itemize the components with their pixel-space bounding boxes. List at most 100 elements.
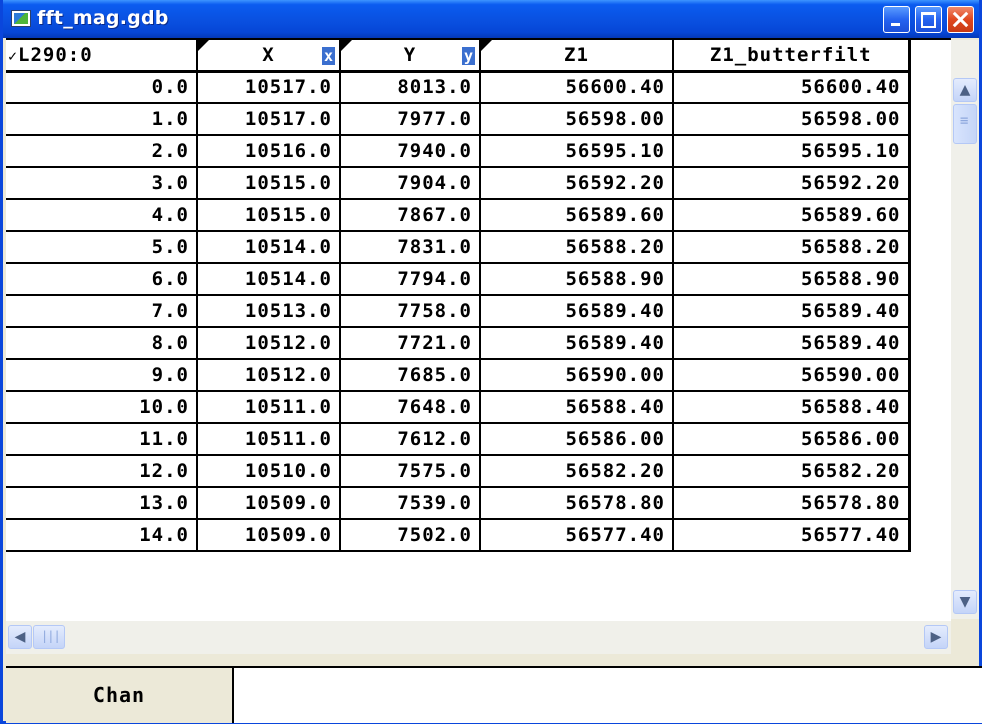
cell-line[interactable]: 7.0 <box>6 295 197 328</box>
cell-x[interactable]: 10516.0 <box>196 135 340 168</box>
cell-z1-butterfilt[interactable]: 56590.00 <box>672 359 909 392</box>
cell-x[interactable]: 10514.0 <box>196 231 340 264</box>
empty-cell[interactable] <box>907 487 951 519</box>
cell-z1-butterfilt[interactable]: 56600.40 <box>672 71 909 104</box>
cell-x[interactable]: 10515.0 <box>196 199 340 232</box>
empty-cell[interactable] <box>907 199 951 231</box>
scroll-right-button[interactable]: ▶ <box>924 625 948 649</box>
empty-cell[interactable] <box>907 167 951 199</box>
empty-cell[interactable] <box>907 103 951 135</box>
cell-y[interactable]: 7758.0 <box>339 295 480 328</box>
cell-z1[interactable]: 56592.20 <box>479 167 673 200</box>
cell-line[interactable]: 0.0 <box>6 71 197 104</box>
cell-z1[interactable]: 56586.00 <box>479 423 673 456</box>
cell-y[interactable]: 7502.0 <box>339 519 480 552</box>
cell-y[interactable]: 7977.0 <box>339 103 480 136</box>
title-bar[interactable]: fft_mag.gdb <box>3 0 979 38</box>
cell-line[interactable]: 4.0 <box>6 199 197 232</box>
cell-y[interactable]: 7904.0 <box>339 167 480 200</box>
cell-y[interactable]: 7940.0 <box>339 135 480 168</box>
cell-z1[interactable]: 56578.80 <box>479 487 673 520</box>
cell-z1-butterfilt[interactable]: 56589.60 <box>672 199 909 232</box>
cell-z1-butterfilt[interactable]: 56588.90 <box>672 263 909 296</box>
cell-y[interactable]: 7794.0 <box>339 263 480 296</box>
cell-z1-butterfilt[interactable]: 56595.10 <box>672 135 909 168</box>
cell-x[interactable]: 10511.0 <box>196 391 340 424</box>
cell-line[interactable]: 2.0 <box>6 135 197 168</box>
cell-y[interactable]: 7685.0 <box>339 359 480 392</box>
column-header-z1[interactable]: Z1 <box>479 40 673 73</box>
empty-cell[interactable] <box>907 71 951 103</box>
cell-x[interactable]: 10510.0 <box>196 455 340 488</box>
cell-y[interactable]: 7867.0 <box>339 199 480 232</box>
cell-y[interactable]: 7539.0 <box>339 487 480 520</box>
vertical-scrollbar[interactable]: ▲ ▼ <box>951 40 979 619</box>
empty-cell[interactable] <box>907 423 951 455</box>
cell-x[interactable]: 10515.0 <box>196 167 340 200</box>
cell-line[interactable]: 8.0 <box>6 327 197 360</box>
cell-x[interactable]: 10514.0 <box>196 263 340 296</box>
cell-z1-butterfilt[interactable]: 56588.40 <box>672 391 909 424</box>
cell-x[interactable]: 10509.0 <box>196 487 340 520</box>
cell-line[interactable]: 13.0 <box>6 487 197 520</box>
empty-cell[interactable] <box>907 231 951 263</box>
spreadsheet-grid[interactable]: ✓L290:0 Xx Yy Z1 Z1_butterfilt 0.0 10517.… <box>6 38 951 621</box>
cell-z1-butterfilt[interactable]: 56598.00 <box>672 103 909 136</box>
cell-line[interactable]: 3.0 <box>6 167 197 200</box>
cell-y[interactable]: 7612.0 <box>339 423 480 456</box>
cell-line[interactable]: 9.0 <box>6 359 197 392</box>
scroll-left-button[interactable]: ◀ <box>8 625 32 649</box>
empty-cell[interactable] <box>907 327 951 359</box>
cell-z1[interactable]: 56588.20 <box>479 231 673 264</box>
channel-input-field[interactable] <box>234 668 982 723</box>
cell-line[interactable]: 12.0 <box>6 455 197 488</box>
empty-column-header[interactable] <box>907 40 951 71</box>
cell-line[interactable]: 1.0 <box>6 103 197 136</box>
cell-x[interactable]: 10509.0 <box>196 519 340 552</box>
cell-z1[interactable]: 56588.90 <box>479 263 673 296</box>
empty-cell[interactable] <box>907 135 951 167</box>
cell-z1[interactable]: 56589.60 <box>479 199 673 232</box>
cell-x[interactable]: 10513.0 <box>196 295 340 328</box>
cell-z1[interactable]: 56589.40 <box>479 327 673 360</box>
cell-y[interactable]: 7575.0 <box>339 455 480 488</box>
maximize-button[interactable] <box>915 6 942 33</box>
minimize-button[interactable] <box>883 6 910 33</box>
close-button[interactable] <box>947 6 974 33</box>
cell-z1-butterfilt[interactable]: 56578.80 <box>672 487 909 520</box>
cell-line[interactable]: 5.0 <box>6 231 197 264</box>
horizontal-scrollbar[interactable]: ◀ ▶ <box>6 621 951 654</box>
cell-y[interactable]: 7831.0 <box>339 231 480 264</box>
cell-z1-butterfilt[interactable]: 56592.20 <box>672 167 909 200</box>
cell-z1[interactable]: 56600.40 <box>479 71 673 104</box>
column-header-y[interactable]: Yy <box>339 40 480 73</box>
column-header-x[interactable]: Xx <box>196 40 340 73</box>
cell-z1-butterfilt[interactable]: 56588.20 <box>672 231 909 264</box>
cell-line[interactable]: 10.0 <box>6 391 197 424</box>
column-header-z1-butterfilt[interactable]: Z1_butterfilt <box>672 40 909 73</box>
empty-cell[interactable] <box>907 455 951 487</box>
cell-z1[interactable]: 56590.00 <box>479 359 673 392</box>
cell-x[interactable]: 10517.0 <box>196 103 340 136</box>
cell-y[interactable]: 7721.0 <box>339 327 480 360</box>
column-header-line[interactable]: ✓L290:0 <box>6 40 197 73</box>
cell-z1-butterfilt[interactable]: 56589.40 <box>672 327 909 360</box>
empty-cell[interactable] <box>907 263 951 295</box>
cell-z1[interactable]: 56598.00 <box>479 103 673 136</box>
cell-z1-butterfilt[interactable]: 56586.00 <box>672 423 909 456</box>
vertical-scroll-thumb[interactable] <box>953 104 977 144</box>
cell-z1-butterfilt[interactable]: 56577.40 <box>672 519 909 552</box>
empty-cell[interactable] <box>907 391 951 423</box>
cell-z1[interactable]: 56577.40 <box>479 519 673 552</box>
empty-cell[interactable] <box>907 295 951 327</box>
cell-x[interactable]: 10511.0 <box>196 423 340 456</box>
cell-y[interactable]: 7648.0 <box>339 391 480 424</box>
cell-z1[interactable]: 56582.20 <box>479 455 673 488</box>
scroll-down-button[interactable]: ▼ <box>953 590 977 614</box>
cell-x[interactable]: 10512.0 <box>196 359 340 392</box>
cell-z1[interactable]: 56588.40 <box>479 391 673 424</box>
empty-cell[interactable] <box>907 359 951 391</box>
cell-y[interactable]: 8013.0 <box>339 71 480 104</box>
cell-z1-butterfilt[interactable]: 56589.40 <box>672 295 909 328</box>
cell-line[interactable]: 6.0 <box>6 263 197 296</box>
